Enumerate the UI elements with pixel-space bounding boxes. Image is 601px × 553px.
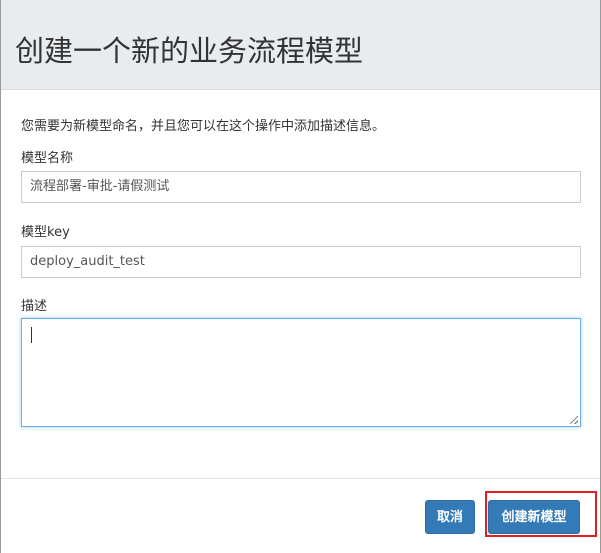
dialog-header: 创建一个新的业务流程模型 (1, 0, 600, 90)
intro-text: 您需要为新模型命名，并且您可以在这个操作中添加描述信息。 (21, 119, 386, 134)
create-model-dialog: 创建一个新的业务流程模型 您需要为新模型命名，并且您可以在这个操作中添加描述信息… (0, 0, 601, 553)
model-key-input[interactable]: deploy_audit_test (21, 246, 581, 278)
resize-grip-icon[interactable] (570, 416, 578, 424)
description-textarea[interactable] (21, 318, 581, 427)
text-caret (31, 327, 32, 343)
cancel-button[interactable]: 取消 (425, 500, 475, 534)
create-model-button[interactable]: 创建新模型 (488, 500, 580, 534)
dialog-body: 您需要为新模型命名，并且您可以在这个操作中添加描述信息。 模型名称 流程部署-审… (1, 90, 600, 478)
model-name-input[interactable]: 流程部署-审批-请假测试 (21, 171, 581, 203)
description-label: 描述 (21, 299, 48, 314)
dialog-title: 创建一个新的业务流程模型 (15, 34, 364, 68)
dialog-footer: 取消 创建新模型 (1, 478, 600, 553)
model-name-label: 模型名称 (21, 151, 74, 166)
model-key-label: 模型key (21, 225, 70, 240)
